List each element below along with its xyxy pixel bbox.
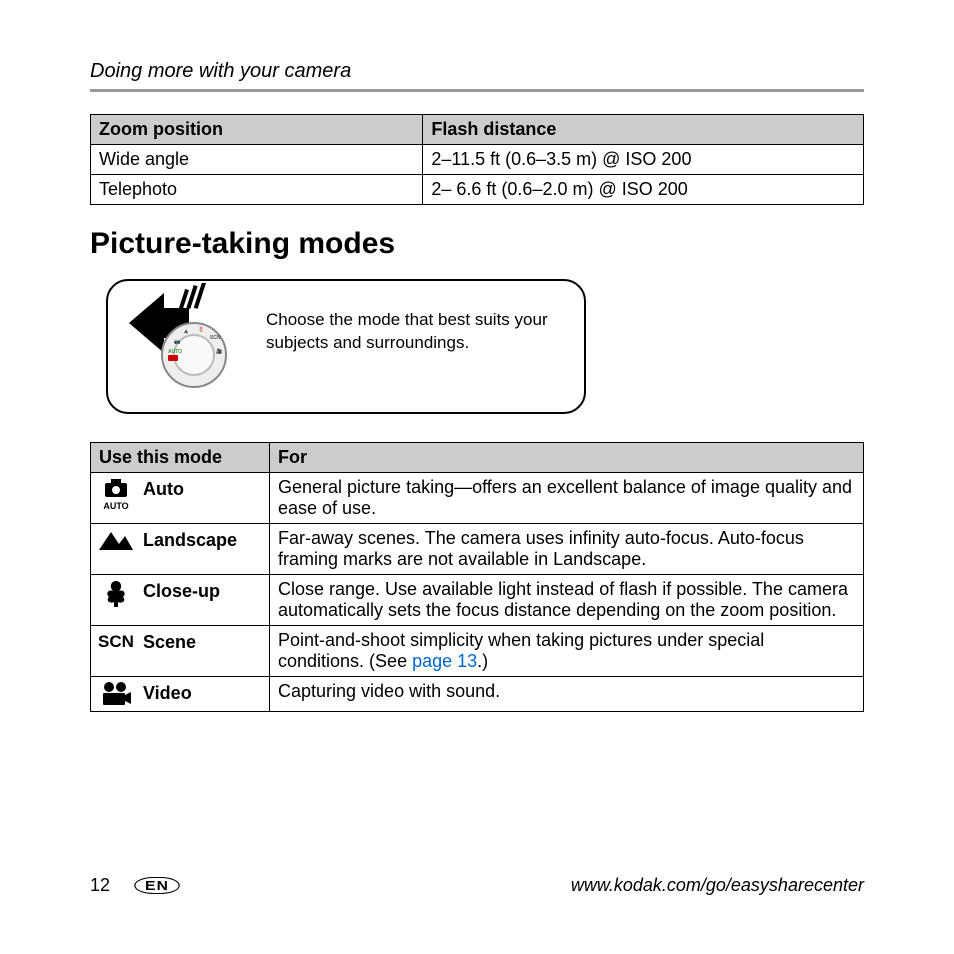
closeup-icon (97, 579, 135, 609)
mode-dial-callout: 📷 ⛰ 🌷 SCN 🎥 AUTO Choose the mode that be… (106, 279, 586, 414)
landscape-icon (97, 528, 135, 552)
mode-label: Landscape (143, 528, 263, 551)
table-row: SCN Scene Point-and-shoot simplicity whe… (91, 626, 864, 677)
cell: Telephoto (91, 175, 423, 205)
for-col-header: For (270, 443, 864, 473)
svg-text:AUTO: AUTO (168, 349, 182, 355)
table-row: AUTO Auto General picture taking—offers … (91, 473, 864, 524)
footer-url: www.kodak.com/go/easysharecenter (176, 875, 864, 896)
table-row: Telephoto 2– 6.6 ft (0.6–2.0 m) @ ISO 20… (91, 175, 864, 205)
page-heading: Picture-taking modes (90, 227, 864, 261)
table-row: Video Capturing video with sound. (91, 677, 864, 712)
page-link[interactable]: page 13 (412, 651, 477, 671)
page-footer: 12 EN www.kodak.com/go/easysharecenter (90, 875, 864, 896)
mode-label: Close-up (143, 579, 263, 602)
mode-label: Video (143, 681, 263, 704)
cell: Wide angle (91, 145, 423, 175)
modes-table: Use this mode For AUTO Auto General pict… (90, 442, 864, 712)
svg-text:📷: 📷 (174, 339, 180, 345)
cell: 2– 6.6 ft (0.6–2.0 m) @ ISO 200 (423, 175, 864, 205)
mode-description: Close range. Use available light instead… (270, 575, 864, 626)
video-icon (97, 681, 135, 707)
svg-text:AUTO: AUTO (103, 501, 128, 511)
mode-dial-illustration: 📷 ⛰ 🌷 SCN 🎥 AUTO (124, 283, 244, 398)
flash-col-header: Flash distance (423, 115, 864, 145)
mode-label: Scene (143, 630, 263, 653)
scn-icon: SCN (97, 630, 135, 652)
callout-text: Choose the mode that best suits your sub… (266, 295, 564, 355)
zoom-col-header: Zoom position (91, 115, 423, 145)
cell: 2–11.5 ft (0.6–3.5 m) @ ISO 200 (423, 145, 864, 175)
table-row: Close-up Close range. Use available ligh… (91, 575, 864, 626)
svg-text:🎥: 🎥 (216, 348, 222, 355)
desc-text: .) (477, 651, 488, 671)
table-row: Landscape Far-away scenes. The camera us… (91, 524, 864, 575)
language-badge: EN (134, 877, 180, 894)
mode-description: Capturing video with sound. (270, 677, 864, 712)
desc-text: Point-and-shoot simplicity when taking p… (278, 630, 764, 671)
svg-text:🌷: 🌷 (198, 326, 204, 333)
mode-label: Auto (143, 477, 263, 500)
mode-description: Point-and-shoot simplicity when taking p… (270, 626, 864, 677)
zoom-flash-table: Zoom position Flash distance Wide angle … (90, 114, 864, 205)
svg-text:SCN: SCN (210, 335, 221, 341)
mode-description: General picture taking—offers an excelle… (270, 473, 864, 524)
page-number: 12 (90, 875, 130, 896)
auto-icon: AUTO (97, 477, 135, 511)
divider (90, 89, 864, 92)
mode-description: Far-away scenes. The camera uses infinit… (270, 524, 864, 575)
modes-col-header: Use this mode (91, 443, 270, 473)
svg-text:⛰: ⛰ (183, 329, 189, 335)
table-row: Wide angle 2–11.5 ft (0.6–3.5 m) @ ISO 2… (91, 145, 864, 175)
section-header: Doing more with your camera (90, 60, 864, 83)
